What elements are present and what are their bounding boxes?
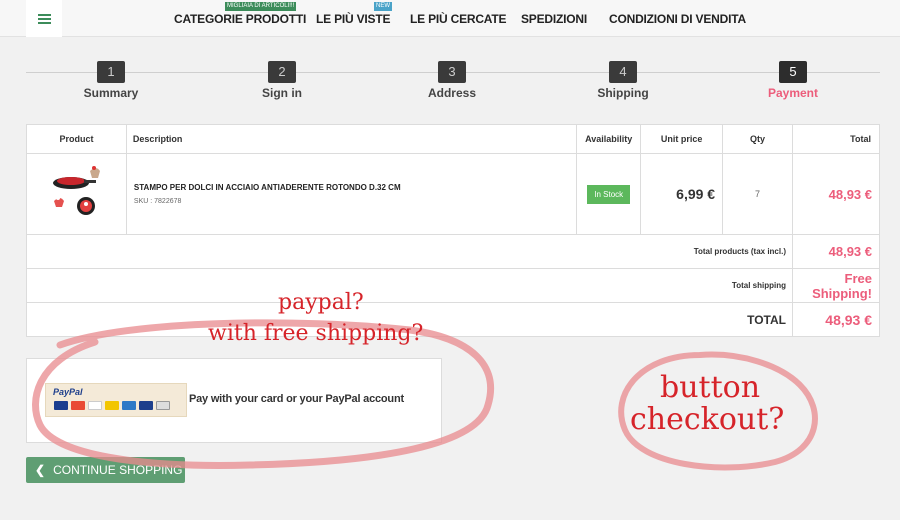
nav-badge-categories: MIGLIAIA DI ARTICOLI!!! [225,2,297,11]
visa-icon [54,401,68,410]
unit-price: 6,99 € [640,153,724,235]
continue-shopping-button[interactable]: ❮ CONTINUE SHOPPING [26,457,185,483]
step-sign-in[interactable]: 2 Sign in [227,61,337,100]
col-header-qty: Qty [722,124,793,154]
bank-icon [156,401,170,410]
total-products-row: Total products (tax incl.) 48,93 € [26,234,880,269]
step-summary[interactable]: 1 Summary [56,61,166,100]
paypal-payment-option[interactable]: PayPal Pay with your card or your PayPal… [26,358,442,443]
paypal-logo-text: PayPal [53,387,83,397]
total-shipping-value: Free Shipping! [792,268,880,303]
step-number: 4 [609,61,637,83]
table-row: STAMPO PER DOLCI IN ACCIAIO ANTIADERENTE… [26,153,880,235]
annotation-button: button [660,370,761,405]
chevron-left-icon: ❮ [35,463,46,477]
col-header-total: Total [792,124,880,154]
annotation-free-shipping: with free shipping? [208,321,424,346]
step-number: 3 [438,61,466,83]
table-header-row: Product Description Availability Unit pr… [26,124,880,154]
total-products-label: Total products (tax incl.) [26,234,793,269]
maestro-icon [139,401,153,410]
product-description: STAMPO PER DOLCI IN ACCIAIO ANTIADERENTE… [125,153,578,235]
step-number: 2 [268,61,296,83]
nav-badge-new: NEW [374,2,392,11]
product-name[interactable]: STAMPO PER DOLCI IN ACCIAIO ANTIADERENTE… [134,183,576,192]
total-shipping-row: Total shipping Free Shipping! [26,268,880,303]
col-header-availability: Availability [576,124,642,154]
step-address[interactable]: 3 Address [397,61,507,100]
cart-summary-table: Product Description Availability Unit pr… [26,124,880,337]
paypal-option-label: Pay with your card or your PayPal accoun… [189,393,404,405]
card-icon [105,401,119,410]
line-total: 48,93 € [792,153,880,235]
step-payment: 5 Payment [738,61,848,100]
col-header-product: Product [26,124,127,154]
step-label: Address [427,86,477,100]
postepay-icon [88,401,102,410]
menu-button[interactable] [26,0,62,37]
nav-spedizioni[interactable]: SPEDIZIONI [521,12,587,26]
total-products-value: 48,93 € [792,234,880,269]
step-label: Sign in [262,86,302,100]
quantity: 7 [722,153,793,235]
continue-shopping-label: CONTINUE SHOPPING [53,463,183,477]
top-navigation: MIGLIAIA DI ARTICOLI!!! CATEGORIE PRODOT… [0,0,900,37]
product-sku: SKU : 7822678 [133,198,182,205]
step-label: Summary [83,86,139,100]
total-shipping-label: Total shipping [26,268,793,303]
paypal-logo: PayPal [45,383,187,417]
cake-pan-product-image [53,166,101,215]
in-stock-badge: In Stock [587,184,631,204]
step-number: 1 [97,61,125,83]
nav-condizioni-di-vendita[interactable]: CONDIZIONI DI VENDITA [609,12,746,26]
hamburger-icon [37,13,51,24]
product-image[interactable] [26,153,127,235]
step-label: Shipping [597,86,649,100]
col-header-description: Description [125,124,578,154]
nav-le-piu-viste[interactable]: LE PIÙ VISTE [316,12,390,26]
nav-categorie-prodotti[interactable]: CATEGORIE PRODOTTI [174,12,306,26]
grand-total-value: 48,93 € [792,302,880,337]
availability-cell: In Stock [576,153,642,235]
step-label: Payment [767,86,819,100]
card-icon [122,401,136,410]
card-logos [54,401,170,410]
step-shipping[interactable]: 4 Shipping [568,61,678,100]
step-number: 5 [779,61,807,83]
mastercard-icon [71,401,85,410]
annotation-paypal: paypal? [278,290,364,315]
nav-le-piu-cercate[interactable]: LE PIÙ CERCATE [410,12,507,26]
grand-total-row: TOTAL 48,93 € [26,302,880,337]
annotation-checkout: checkout? [630,402,785,437]
col-header-unit-price: Unit price [640,124,724,154]
